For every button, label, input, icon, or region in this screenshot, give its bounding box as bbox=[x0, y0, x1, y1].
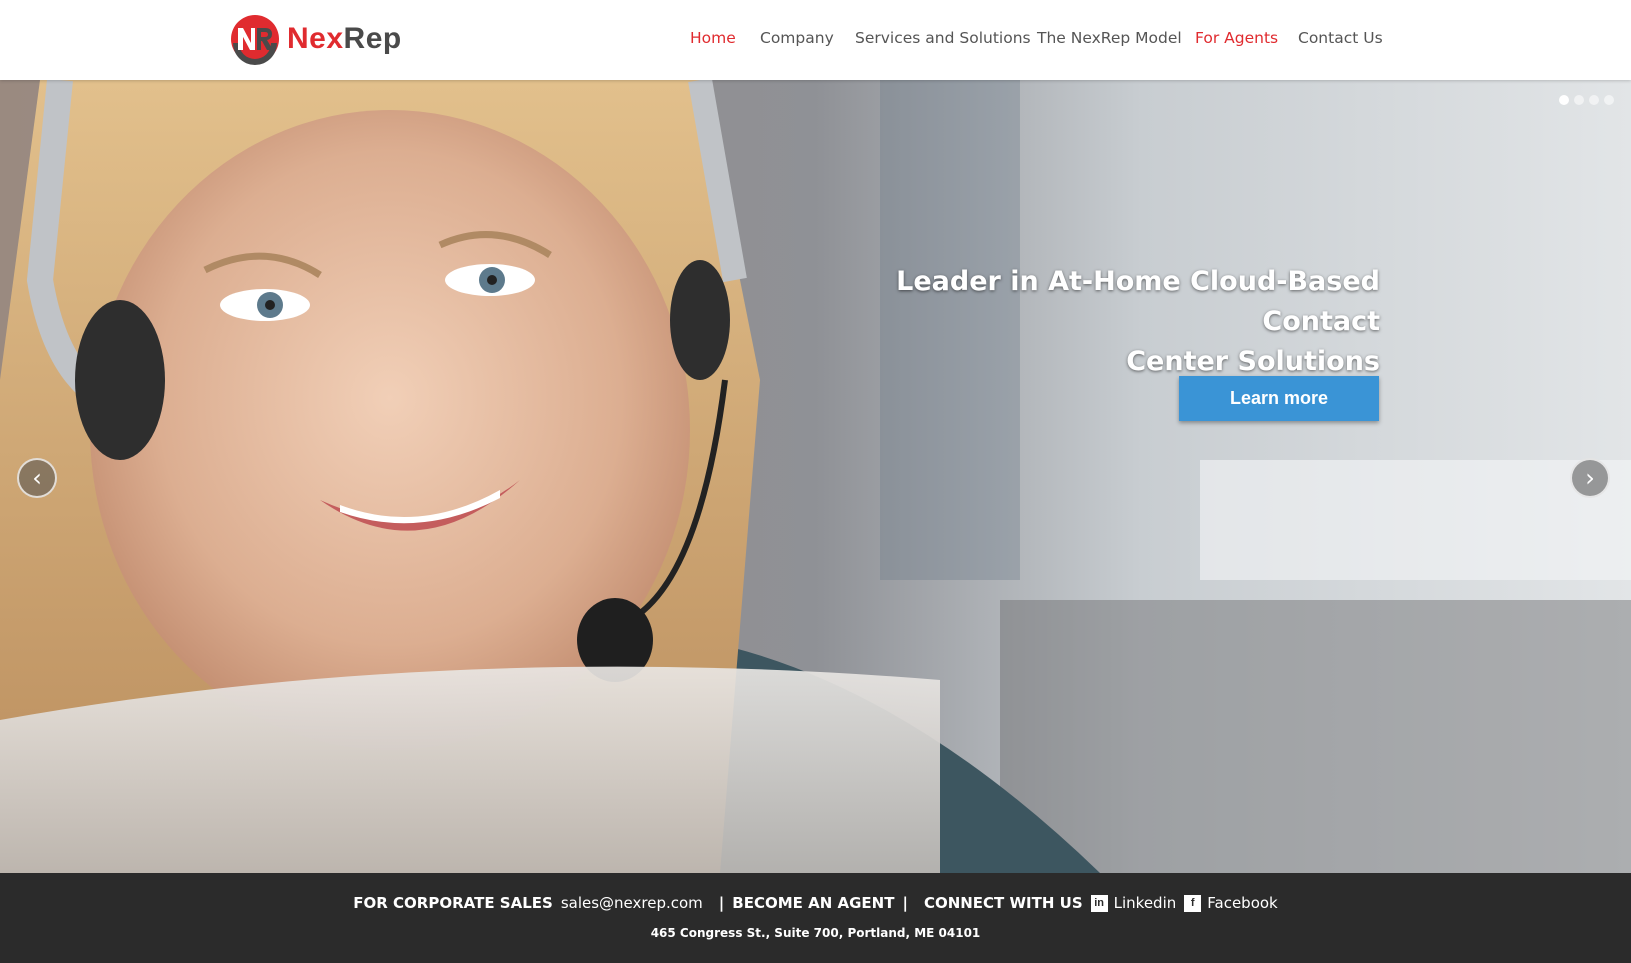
chevron-right-icon: › bbox=[1585, 464, 1595, 492]
facebook-icon: f bbox=[1184, 894, 1202, 912]
nav-home[interactable]: Home bbox=[690, 29, 736, 47]
nav-for-agents[interactable]: For Agents bbox=[1195, 29, 1278, 47]
learn-more-button[interactable]: Learn more bbox=[1179, 376, 1379, 421]
nav-contact-us[interactable]: Contact Us bbox=[1298, 29, 1383, 47]
footer-separator-2: | bbox=[902, 894, 908, 912]
chevron-left-icon: ‹ bbox=[32, 464, 42, 492]
slider-next-arrow[interactable]: › bbox=[1570, 458, 1610, 498]
slide-dot-3[interactable] bbox=[1589, 95, 1599, 105]
become-agent-link[interactable]: BECOME AN AGENT bbox=[732, 894, 894, 912]
facebook-label: Facebook bbox=[1207, 894, 1278, 912]
slide-dot-4[interactable] bbox=[1604, 95, 1614, 105]
hero-slider: Leader in At-Home Cloud-Based Contact Ce… bbox=[0, 80, 1631, 873]
nav-nexrep-model[interactable]: The NexRep Model bbox=[1037, 29, 1182, 47]
hero-headline-line-1: Leader in At-Home Cloud-Based Contact bbox=[896, 266, 1380, 337]
slide-dot-2[interactable] bbox=[1574, 95, 1584, 105]
nav-company[interactable]: Company bbox=[760, 29, 834, 47]
linkedin-icon: in bbox=[1090, 894, 1108, 912]
slide-dot-1[interactable] bbox=[1559, 95, 1569, 105]
slider-prev-arrow[interactable]: ‹ bbox=[17, 458, 57, 498]
main-nav: Home Company Services and Solutions The … bbox=[0, 29, 1631, 53]
sales-email-link[interactable]: sales@nexrep.com bbox=[561, 894, 703, 912]
site-header: NexRep Home Company Services and Solutio… bbox=[0, 0, 1631, 80]
footer-separator-1: | bbox=[718, 894, 725, 912]
linkedin-link[interactable]: in Linkedin bbox=[1090, 894, 1177, 912]
connect-with-us-label: CONNECT WITH US bbox=[923, 894, 1083, 912]
linkedin-label: Linkedin bbox=[1113, 894, 1177, 912]
hero-photo-agent-with-headset bbox=[0, 80, 1631, 873]
company-address: 465 Congress St., Suite 700, Portland, M… bbox=[650, 926, 981, 940]
facebook-link[interactable]: f Facebook bbox=[1184, 894, 1278, 912]
hero-headline: Leader in At-Home Cloud-Based Contact Ce… bbox=[840, 262, 1380, 382]
site-footer: FOR CORPORATE SALES sales@nexrep.com | B… bbox=[0, 873, 1631, 963]
footer-contact-bar: FOR CORPORATE SALES sales@nexrep.com | B… bbox=[0, 894, 1631, 912]
slider-pagination bbox=[1559, 95, 1614, 105]
corporate-sales-label: FOR CORPORATE SALES bbox=[353, 894, 553, 912]
nav-services-and-solutions[interactable]: Services and Solutions bbox=[855, 29, 1031, 47]
